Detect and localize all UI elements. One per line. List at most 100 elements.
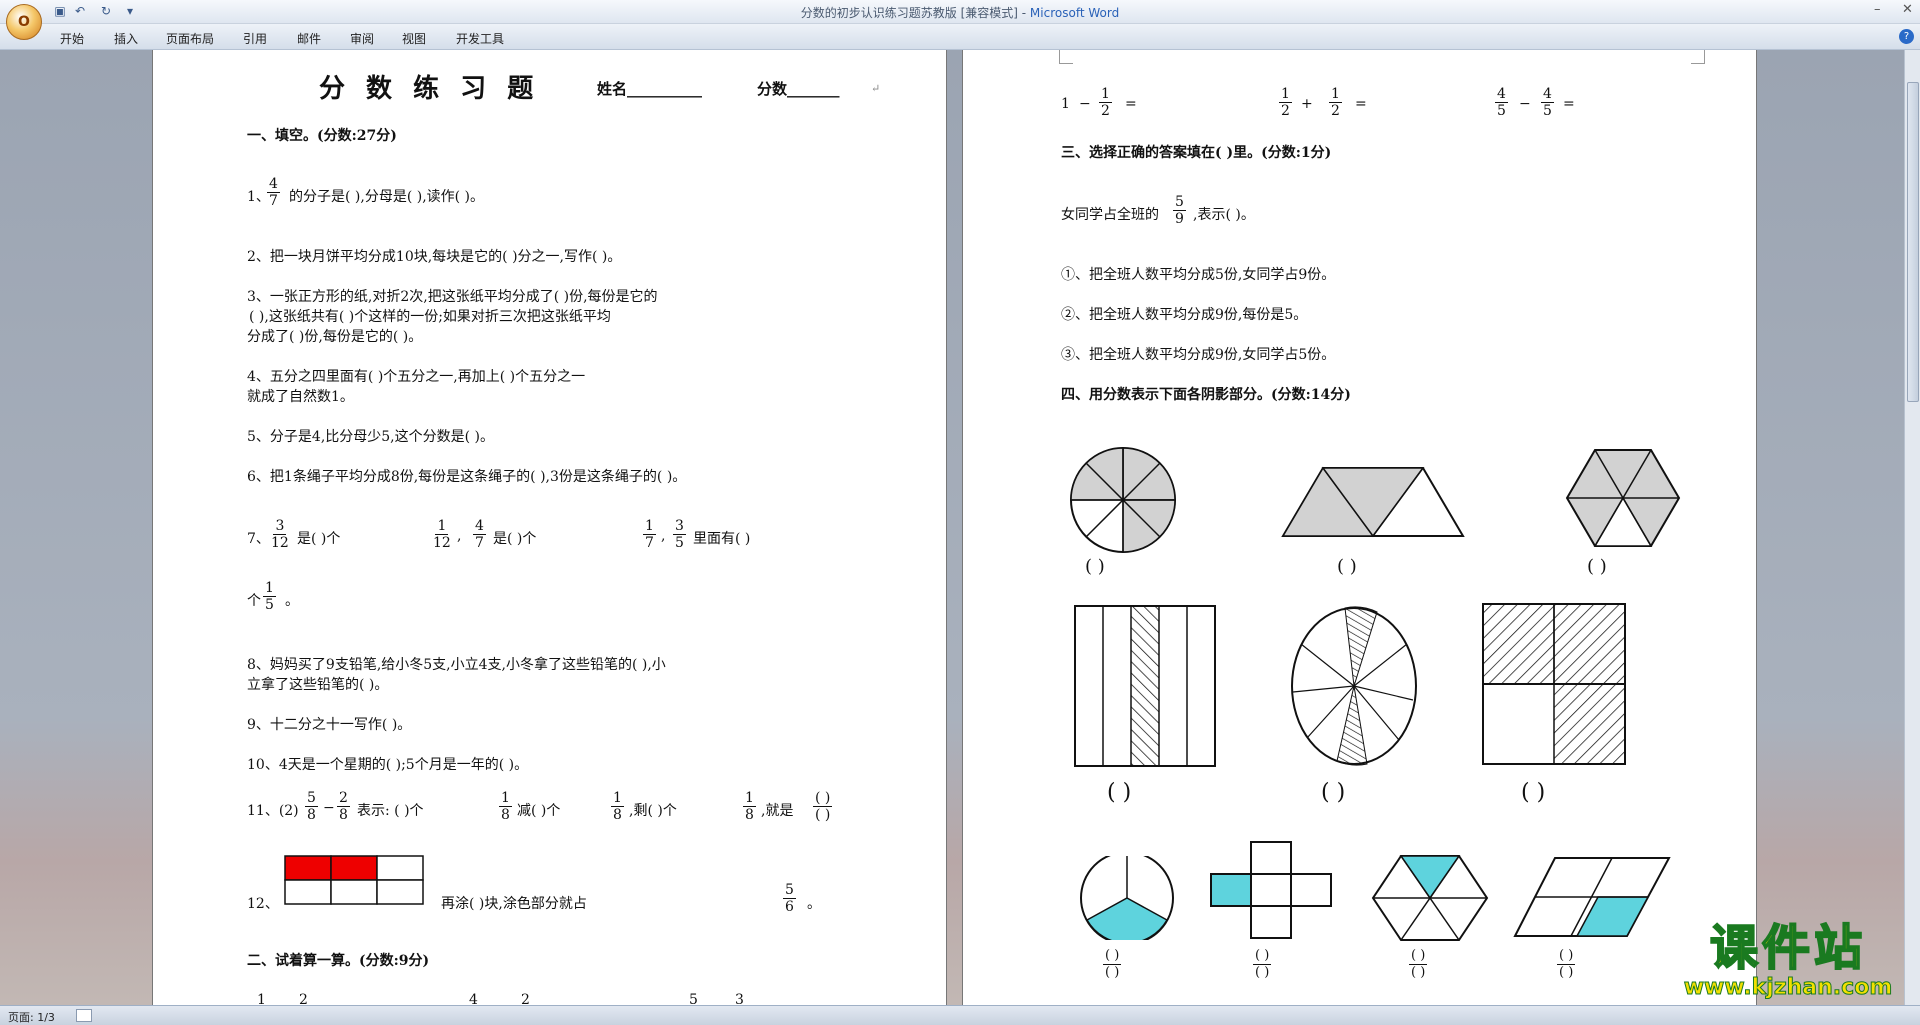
- answer-paren: ( ): [1107, 780, 1132, 805]
- minimize-icon[interactable]: –: [1874, 2, 1881, 17]
- proofing-icon[interactable]: [76, 1009, 92, 1022]
- grid-cell-filled: [284, 855, 332, 881]
- calc-1-fraction: 12: [1099, 86, 1112, 119]
- vertical-scrollbar[interactable]: [1904, 50, 1920, 1005]
- name-label: 姓名__________: [597, 80, 703, 98]
- q11-fraction: 18: [743, 790, 756, 823]
- calc-3-fraction: 45: [1495, 86, 1508, 119]
- scrollbar-thumb[interactable]: [1907, 82, 1919, 402]
- parallelogram-figure: [1513, 857, 1671, 937]
- q11-prefix: 11、(2): [247, 803, 299, 819]
- page-right: 1 − 12 = 12 + 12 = 45 − 45 = 三、选择正确的答案填在…: [962, 50, 1757, 1005]
- paragraph-mark: ↵: [871, 82, 881, 95]
- calc-3-operator: −: [1519, 96, 1531, 112]
- q11-fraction: ( )( ): [813, 790, 833, 823]
- tab-home[interactable]: 开始: [60, 30, 84, 47]
- tab-references[interactable]: 引用: [243, 30, 267, 47]
- q2-text: 2、把一块月饼平均分成10块,每块是它的( )分之一,写作( )。: [247, 249, 622, 265]
- q9-text: 9、十二分之十一写作( )。: [247, 717, 412, 733]
- calc-2-fraction: 12: [1329, 86, 1342, 119]
- choice-fraction: 59: [1173, 194, 1186, 227]
- q10-text: 10、4天是一个星期的( );5个月是一年的( )。: [247, 757, 529, 773]
- q8-line2: 立拿了这些铅笔的( )。: [247, 677, 389, 693]
- q7-text: 。: [285, 593, 299, 609]
- calc-1-operator: −: [1079, 96, 1091, 112]
- answer-paren: ( ): [1337, 556, 1357, 577]
- choice-option-2: ②、把全班人数平均分成9份,每份是5。: [1061, 307, 1308, 323]
- q12-fraction: 56: [783, 882, 796, 915]
- calc-1-equals: =: [1125, 96, 1137, 112]
- office-button[interactable]: O: [6, 4, 42, 40]
- rectangle-strips-figure: [1074, 605, 1216, 767]
- calc-2-equals: =: [1355, 96, 1367, 112]
- site-watermark: 课件站 www.kjzhan.com: [1670, 919, 1906, 1005]
- q1-text: 的分子是( ),分母是( ),读作( )。: [289, 189, 485, 205]
- q11-fraction: 28: [337, 790, 350, 823]
- cross-net-figure: [1210, 841, 1332, 939]
- help-icon[interactable]: ?: [1899, 29, 1914, 44]
- page-indicator[interactable]: 页面: 1/3: [8, 1009, 55, 1025]
- margin-corner-mark: [1059, 50, 1073, 64]
- q4-line1: 4、五分之四里面有( )个五分之一,再加上( )个五分之一: [247, 369, 586, 385]
- q11-text: 表示: ( )个: [357, 803, 424, 819]
- choice-option-1: ①、把全班人数平均分成5份,女同学占9份。: [1061, 267, 1336, 283]
- q11-text: ,剩( )个: [629, 803, 677, 819]
- close-icon[interactable]: ✕: [1902, 2, 1913, 17]
- answer-fraction: ( )( ): [1253, 948, 1272, 980]
- q12-grid: [284, 855, 424, 905]
- bottom-number: 4: [469, 992, 478, 1005]
- q11-minus: −: [323, 800, 335, 816]
- q7-fraction: 3 12: [271, 518, 289, 551]
- q11-fraction: 58: [305, 790, 318, 823]
- q8-line1: 8、妈妈买了9支铅笔,给小冬5支,小立4支,小冬拿了这些铅笔的( ),小: [247, 657, 666, 673]
- q6-text: 6、把1条绳子平均分成8份,每份是这条绳子的( ),3份是这条绳子的( )。: [247, 469, 687, 485]
- answer-paren: ( ): [1587, 556, 1607, 577]
- q4-line2: 就成了自然数1。: [247, 389, 354, 405]
- section-calculate: 二、试着算一算。(分数:9分): [247, 953, 430, 969]
- choice-option-3: ③、把全班人数平均分成9份,女同学占5份。: [1061, 347, 1336, 363]
- grid-cell-empty: [330, 879, 378, 905]
- tab-insert[interactable]: 插入: [114, 30, 138, 47]
- watermark-logo-text: 课件站: [1709, 919, 1866, 977]
- circle-thirds-figure: [1080, 856, 1174, 940]
- q7-text: 是( )个: [297, 531, 341, 547]
- answer-fraction: ( )( ): [1409, 948, 1428, 980]
- bottom-number: 3: [735, 992, 744, 1005]
- choice-question-suffix: ,表示( )。: [1193, 207, 1255, 223]
- oval-sectors-figure: [1291, 606, 1417, 766]
- grid-cell-empty: [376, 879, 424, 905]
- tab-page-layout[interactable]: 页面布局: [166, 30, 214, 47]
- answer-paren: ( ): [1085, 556, 1105, 577]
- score-label: 分数_______: [757, 80, 840, 98]
- q7-fraction: 17: [643, 518, 656, 551]
- tab-view[interactable]: 视图: [402, 30, 426, 47]
- grid-cell-empty: [376, 855, 424, 881]
- bottom-number: 2: [521, 992, 530, 1005]
- watermark-url: www.kjzhan.com: [1683, 975, 1893, 1000]
- section-choose-answer: 三、选择正确的答案填在( )里。(分数:1分): [1061, 145, 1332, 161]
- ribbon-tabs: 开始 插入 页面布局 引用 邮件 审阅 视图 开发工具 ?: [0, 24, 1920, 50]
- q11-text: ,就是: [761, 803, 794, 819]
- answer-fraction: ( )( ): [1103, 948, 1122, 980]
- q7-fraction: 15: [263, 580, 276, 613]
- bottom-number: 5: [689, 992, 698, 1005]
- tab-developer[interactable]: 开发工具: [456, 30, 504, 47]
- q7-text: ,: [457, 528, 462, 544]
- choice-question: 女同学占全班的: [1061, 207, 1159, 223]
- bottom-number: 1: [257, 992, 266, 1005]
- answer-paren: ( ): [1521, 780, 1546, 805]
- square-quarters-figure: [1482, 603, 1626, 765]
- tab-review[interactable]: 审阅: [350, 30, 374, 47]
- section-shaded-fractions: 四、用分数表示下面各阴影部分。(分数:14分): [1061, 387, 1351, 403]
- q7-fraction: 47: [473, 518, 486, 551]
- page-left: 分 数 练 习 题 姓名__________ 分数_______ ↵ 一、填空。…: [152, 50, 947, 1005]
- tab-mailings[interactable]: 邮件: [297, 30, 321, 47]
- bottom-number: 2: [299, 992, 308, 1005]
- q3-line2: ( ),这张纸共有( )个这样的一份;如果对折三次把这张纸平均: [249, 309, 611, 325]
- answer-paren: ( ): [1321, 780, 1346, 805]
- q7-text: 是( )个: [493, 531, 537, 547]
- circle-eighths-figure: [1070, 447, 1176, 553]
- status-bar: 页面: 1/3: [0, 1005, 1920, 1025]
- q11-fraction: 18: [611, 790, 624, 823]
- answer-fraction: ( )( ): [1557, 948, 1576, 980]
